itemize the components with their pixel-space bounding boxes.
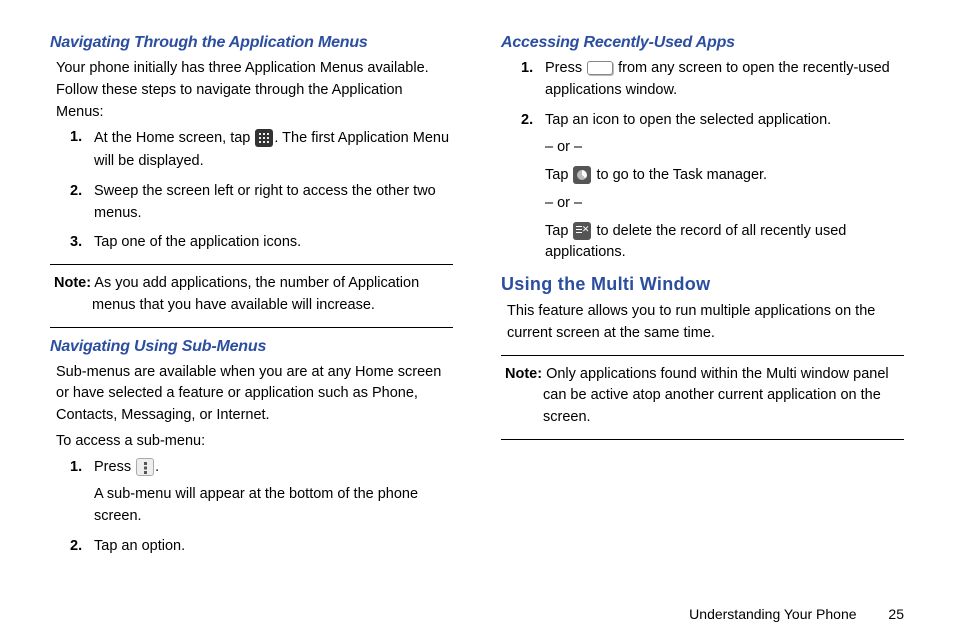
sub-step-1a: Press — [94, 459, 135, 475]
delete-recent-icon — [573, 222, 591, 240]
multi-window-p1: This feature allows you to run multiple … — [507, 301, 904, 345]
mw-note-divider-top — [501, 355, 904, 356]
sub-step-1b: . — [155, 459, 159, 475]
recent-step-2c: Tap to delete the record of all recently… — [545, 221, 904, 265]
heading-submenus: Navigating Using Sub-Menus — [50, 338, 453, 356]
or-1: – or – — [545, 137, 904, 159]
home-button-icon — [587, 61, 613, 75]
recent-step-2b-a: Tap — [545, 167, 572, 183]
sub-step-1c: A sub-menu will appear at the bottom of … — [94, 484, 453, 528]
recent-step-1a: Press — [545, 60, 586, 76]
submenus-p2: To access a sub-menu: — [56, 431, 453, 453]
mw-note-divider-bottom — [501, 439, 904, 440]
or-2: – or – — [545, 193, 904, 215]
recent-step-1: Press from any screen to open the recent… — [525, 58, 904, 102]
heading-multi-window: Using the Multi Window — [501, 274, 904, 295]
right-column: Accessing Recently-Used Apps Press from … — [501, 34, 904, 566]
heading-nav-app-menus: Navigating Through the Application Menus — [50, 34, 453, 52]
note-divider-top — [50, 264, 453, 265]
footer-section: Understanding Your Phone — [689, 606, 856, 622]
submenus-p1: Sub-menus are available when you are at … — [56, 362, 453, 427]
submenus-steps: Press . A sub-menu will appear at the bo… — [74, 457, 453, 558]
recent-step-2: Tap an icon to open the selected applica… — [525, 110, 904, 265]
step-1: At the Home screen, tap . The first Appl… — [74, 127, 453, 173]
recent-apps-steps: Press from any screen to open the recent… — [525, 58, 904, 264]
step-2: Sweep the screen left or right to access… — [74, 181, 453, 225]
step-1-text-a: At the Home screen, tap — [94, 130, 254, 146]
sub-step-1: Press . A sub-menu will appear at the bo… — [74, 457, 453, 528]
recent-step-2b-b: to go to the Task manager. — [592, 167, 767, 183]
mw-note-body: Only applications found within the Multi… — [543, 366, 889, 426]
footer-page-number: 25 — [888, 606, 904, 622]
page-footer: Understanding Your Phone 25 — [689, 606, 904, 622]
left-column: Navigating Through the Application Menus… — [50, 34, 453, 566]
page-columns: Navigating Through the Application Menus… — [50, 34, 904, 566]
mw-note-label: Note: — [505, 366, 542, 382]
step-3: Tap one of the application icons. — [74, 232, 453, 254]
note-app-menus: Note: As you add applications, the numbe… — [54, 273, 449, 317]
apps-grid-icon — [255, 129, 273, 147]
task-manager-icon — [573, 166, 591, 184]
recent-step-2b: Tap to go to the Task manager. — [545, 165, 904, 187]
note-label: Note: — [54, 275, 91, 291]
note-divider-bottom — [50, 327, 453, 328]
note-multi-window: Note: Only applications found within the… — [505, 364, 900, 429]
recent-step-2c-a: Tap — [545, 223, 572, 239]
menu-icon — [136, 458, 154, 476]
nav-app-steps: At the Home screen, tap . The first Appl… — [74, 127, 453, 254]
heading-recent-apps: Accessing Recently-Used Apps — [501, 34, 904, 52]
note-body: As you add applications, the number of A… — [92, 275, 419, 313]
intro-nav-app-menus: Your phone initially has three Applicati… — [56, 58, 453, 123]
recent-step-2-text: Tap an icon to open the selected applica… — [545, 112, 831, 128]
sub-step-2: Tap an option. — [74, 536, 453, 558]
